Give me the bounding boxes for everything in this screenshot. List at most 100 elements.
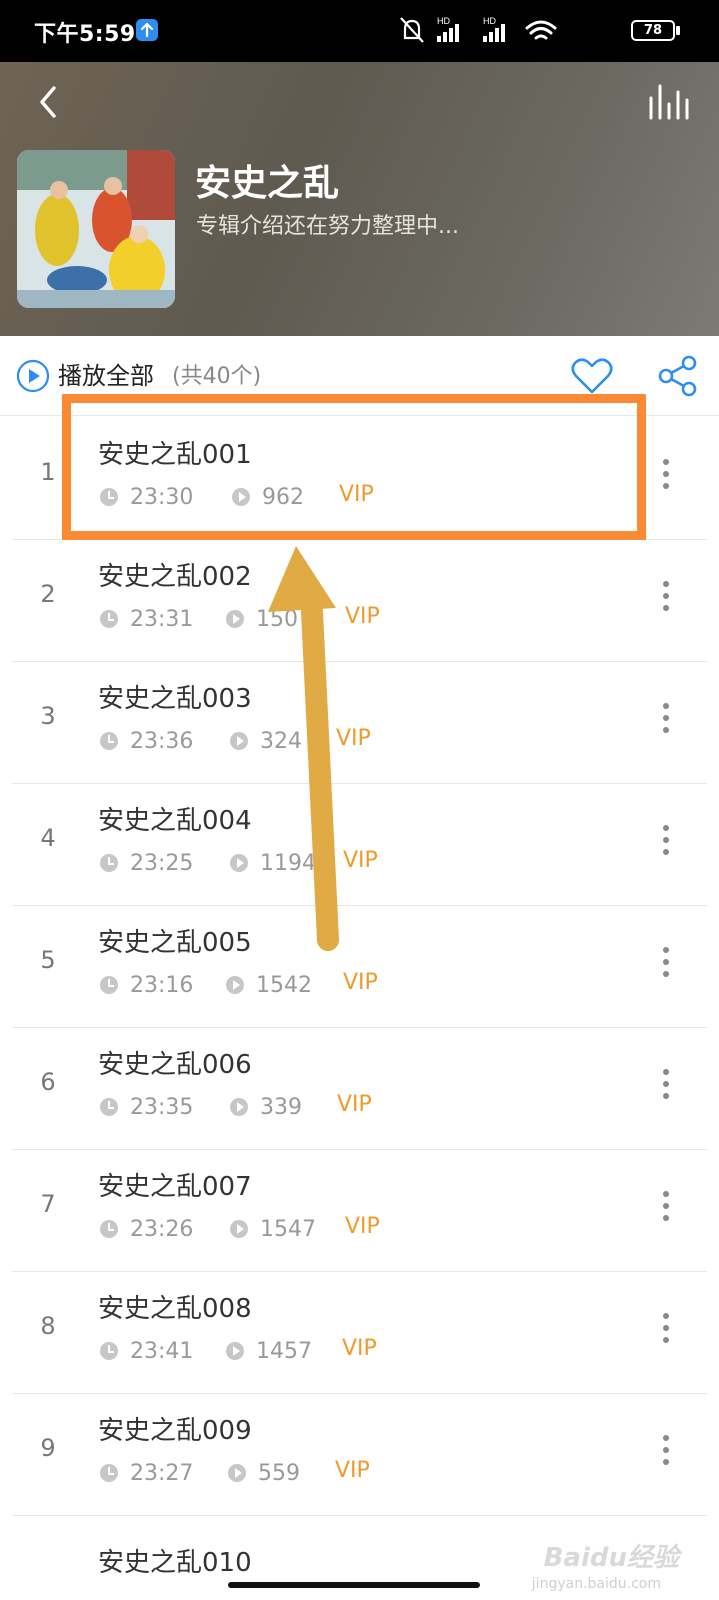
highlight-box	[62, 394, 646, 540]
track-title: 安史之乱006	[98, 1050, 252, 1080]
status-bar: 下午5:59 HD HD 78	[0, 0, 719, 62]
track-row[interactable]: 6 安史之乱006 23:35 339 VIP	[0, 1026, 719, 1150]
track-play-count: 339	[230, 1092, 302, 1122]
track-row[interactable]: 5 安史之乱005 23:16 1542 VIP	[0, 904, 719, 1028]
more-options-icon[interactable]	[660, 942, 672, 982]
vip-badge: VIP	[342, 1336, 377, 1361]
album-description[interactable]: 专辑介绍还在努力整理中...	[196, 208, 459, 240]
play-count-icon	[226, 1342, 244, 1360]
more-options-icon[interactable]	[660, 576, 672, 616]
clock-icon	[100, 1342, 118, 1360]
track-row[interactable]: 3 安史之乱003 23:36 324 VIP	[0, 660, 719, 784]
clock-icon	[100, 1098, 118, 1116]
vip-badge: VIP	[336, 726, 371, 751]
home-indicator[interactable]	[228, 1582, 480, 1588]
track-title: 安史之乱008	[98, 1294, 252, 1324]
vip-badge: VIP	[343, 970, 378, 995]
clock-icon	[100, 854, 118, 872]
track-index: 3	[40, 702, 56, 730]
play-count-icon	[230, 732, 248, 750]
track-duration: 23:25	[100, 848, 193, 878]
vip-badge: VIP	[345, 604, 380, 629]
mute-bell-icon	[400, 17, 424, 43]
track-play-count: 1457	[226, 1336, 312, 1366]
status-time: 下午5:59	[34, 22, 136, 47]
play-count-icon	[226, 976, 244, 994]
vip-badge: VIP	[343, 848, 378, 873]
track-play-count: 1194	[230, 848, 316, 878]
track-index: 8	[40, 1312, 56, 1340]
vip-badge: VIP	[337, 1092, 372, 1117]
clock-icon	[100, 732, 118, 750]
svg-text:HD: HD	[483, 16, 496, 26]
track-play-count: 559	[228, 1458, 300, 1488]
track-count: (共40个)	[172, 364, 262, 389]
track-play-count: 324	[230, 726, 302, 756]
play-count-icon	[230, 1098, 248, 1116]
track-index: 2	[40, 580, 56, 608]
play-count-icon	[230, 854, 248, 872]
track-title: 安史之乱010	[98, 1548, 252, 1578]
track-index: 5	[40, 946, 56, 974]
track-title: 安史之乱009	[98, 1416, 252, 1446]
track-index: 1	[40, 458, 56, 486]
equalizer-icon[interactable]	[647, 82, 689, 122]
album-cover-image	[17, 150, 175, 308]
signal-wifi-icons: HD HD	[400, 16, 557, 43]
track-play-count: 150	[226, 604, 298, 634]
track-row[interactable]: 4 安史之乱004 23:25 1194 VIP	[0, 782, 719, 906]
album-header: 安史之乱 专辑介绍还在努力整理中...	[0, 62, 719, 336]
signal-icon: HD HD	[437, 16, 505, 42]
track-duration: 23:35	[100, 1092, 193, 1122]
track-row[interactable]: 8 安史之乱008 23:41 1457 VIP	[0, 1270, 719, 1394]
more-options-icon[interactable]	[660, 1430, 672, 1470]
back-icon[interactable]	[28, 80, 72, 124]
clock-icon	[100, 976, 118, 994]
more-options-icon[interactable]	[660, 1064, 672, 1104]
watermark-logo: Baidu经验	[543, 1543, 679, 1573]
share-icon[interactable]	[656, 354, 700, 398]
more-options-icon[interactable]	[660, 820, 672, 860]
track-index: 6	[40, 1068, 56, 1096]
track-play-count: 1547	[230, 1214, 316, 1244]
track-index: 4	[40, 824, 56, 852]
track-title: 安史之乱004	[98, 806, 252, 836]
track-title: 安史之乱005	[98, 928, 252, 958]
play-all-icon[interactable]	[16, 359, 50, 393]
track-row[interactable]: 7 安史之乱007 23:26 1547 VIP	[0, 1148, 719, 1272]
battery-indicator: 78	[631, 20, 675, 41]
track-index: 9	[40, 1434, 56, 1462]
more-options-icon[interactable]	[660, 1308, 672, 1348]
play-count-icon	[230, 1220, 248, 1238]
track-duration: 23:36	[100, 726, 193, 756]
wifi-icon	[525, 20, 557, 40]
more-options-icon[interactable]	[660, 698, 672, 738]
svg-text:HD: HD	[437, 16, 450, 26]
more-options-icon[interactable]	[660, 1186, 672, 1226]
play-all-button[interactable]: 播放全部	[58, 356, 154, 391]
track-play-count: 1542	[226, 970, 312, 1000]
track-title: 安史之乱002	[98, 562, 252, 592]
upload-icon	[136, 19, 158, 41]
play-count-icon	[226, 610, 244, 628]
clock-icon	[100, 1464, 118, 1482]
favorite-heart-icon[interactable]	[570, 356, 614, 396]
track-title: 安史之乱003	[98, 684, 252, 714]
track-index: 7	[40, 1190, 56, 1218]
play-count-icon	[228, 1464, 246, 1482]
track-duration: 23:27	[100, 1458, 193, 1488]
more-options-icon[interactable]	[660, 454, 672, 494]
track-duration: 23:31	[100, 604, 193, 634]
track-duration: 23:26	[100, 1214, 193, 1244]
watermark-url: jingyan.baidu.com	[531, 1576, 661, 1592]
vip-badge: VIP	[335, 1458, 370, 1483]
track-duration: 23:41	[100, 1336, 193, 1366]
track-row[interactable]: 2 安史之乱002 23:31 150 VIP	[0, 538, 719, 662]
clock-icon	[100, 1220, 118, 1238]
track-title: 安史之乱007	[98, 1172, 252, 1202]
track-row[interactable]: 9 安史之乱009 23:27 559 VIP	[0, 1392, 719, 1516]
vip-badge: VIP	[345, 1214, 380, 1239]
clock-icon	[100, 610, 118, 628]
album-title: 安史之乱	[195, 163, 340, 204]
track-duration: 23:16	[100, 970, 193, 1000]
